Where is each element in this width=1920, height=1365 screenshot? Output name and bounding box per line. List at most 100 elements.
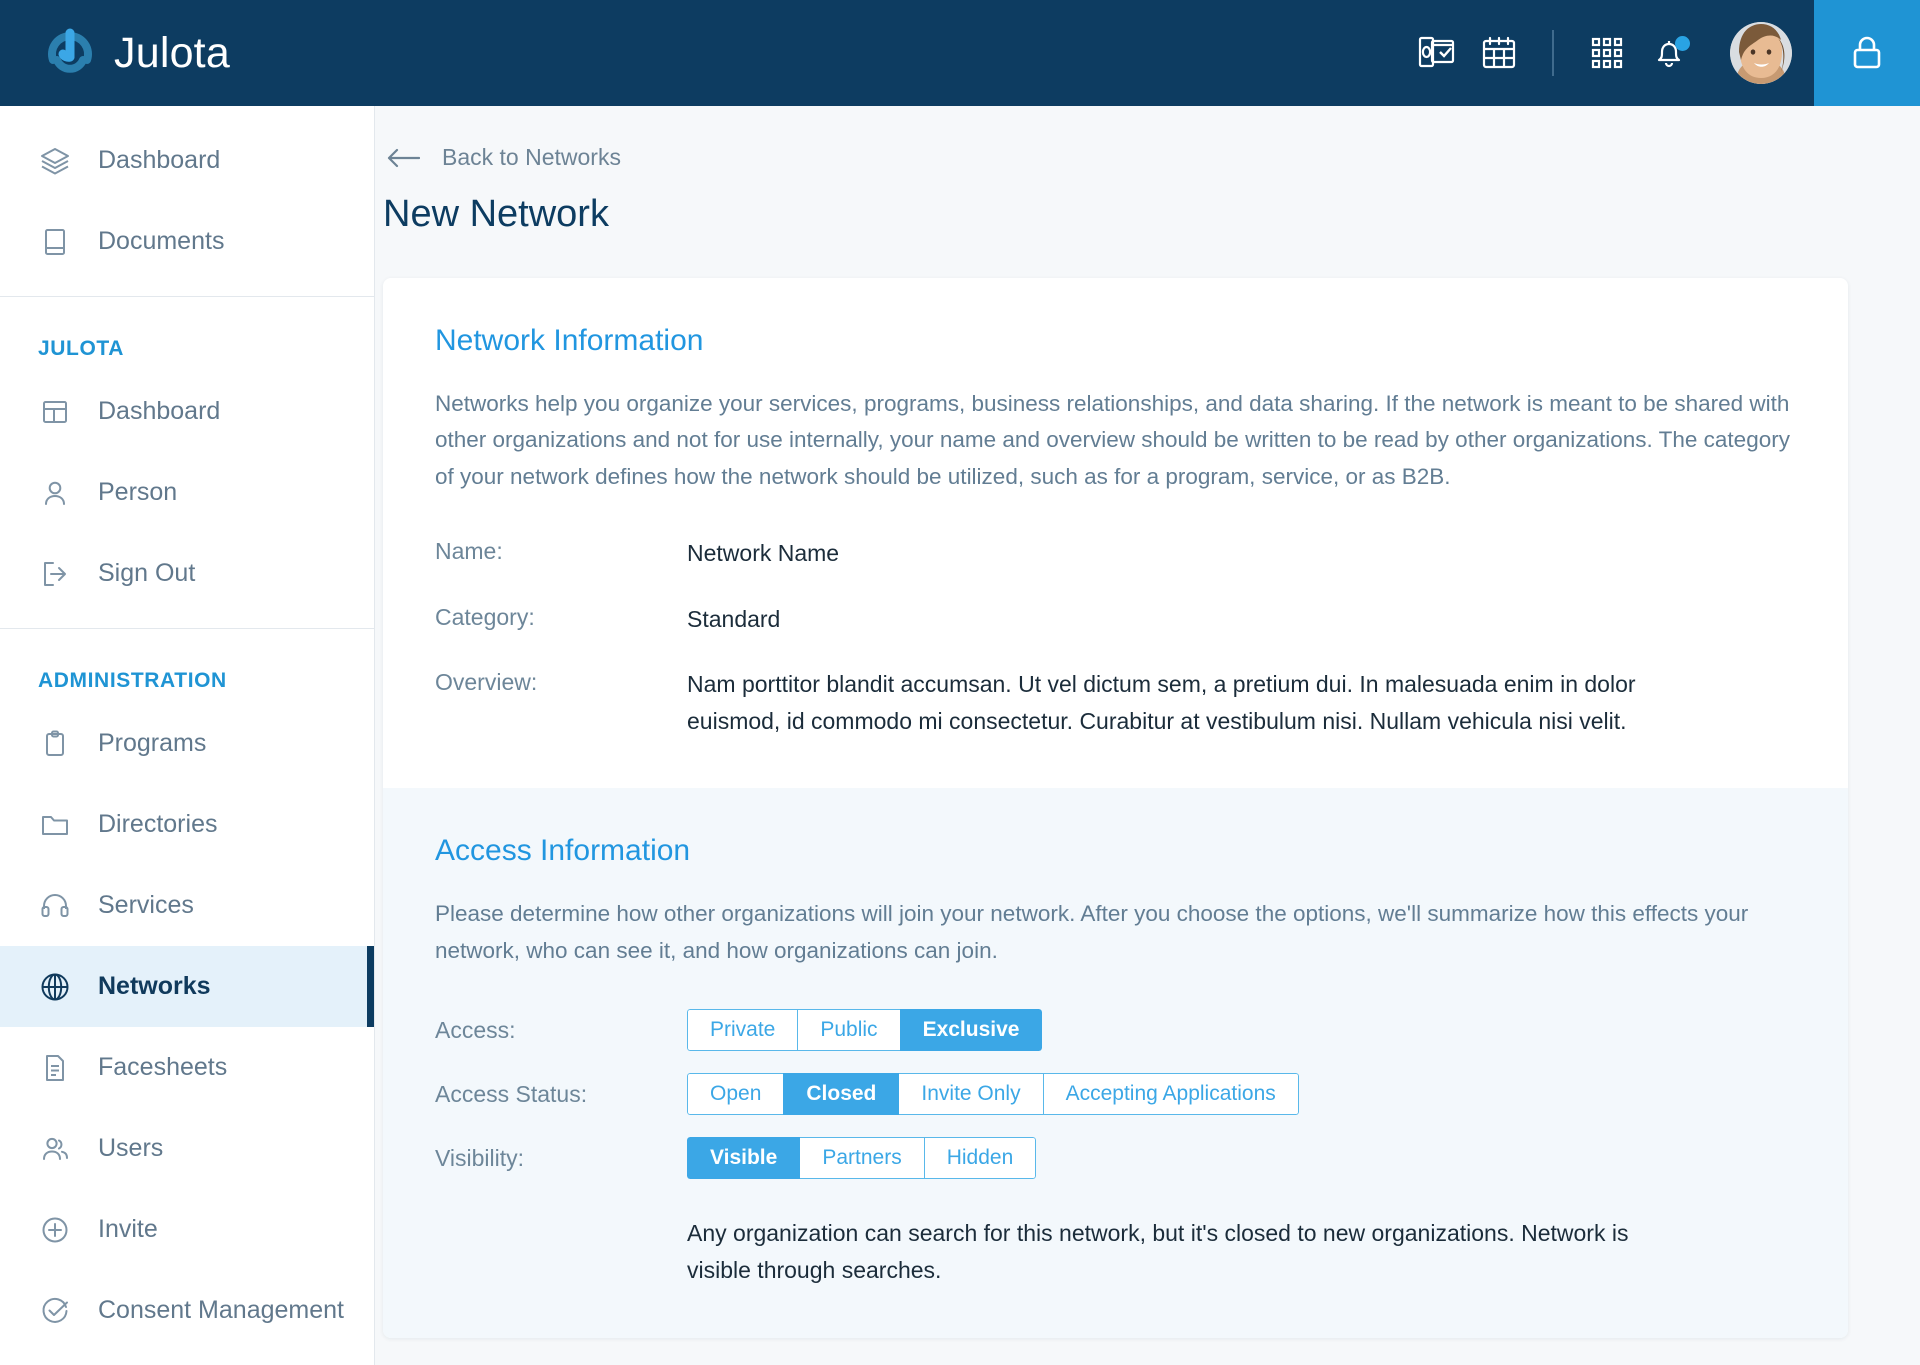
brand-name: Julota <box>114 28 230 77</box>
access-status-option-closed[interactable]: Closed <box>783 1073 900 1116</box>
main-content: Back to Networks New Network Network Inf… <box>375 106 1920 1365</box>
sidebar-item-label: Services <box>98 891 194 919</box>
sidebar-item-label: Users <box>98 1134 164 1162</box>
sidebar-group-julota: JULOTA Dashboard Person Sign Out <box>0 296 374 628</box>
book-icon <box>38 225 72 259</box>
access-information-title: Access Information <box>435 834 691 868</box>
name-label: Name: <box>435 538 503 565</box>
top-actions <box>1406 0 1814 106</box>
globe-icon <box>38 970 72 1004</box>
sidebar-item-person[interactable]: Person <box>0 452 374 533</box>
back-to-networks-link[interactable]: Back to Networks <box>375 106 621 171</box>
sidebar-group-general: Dashboard Documents <box>0 106 374 296</box>
sidebar-item-networks[interactable]: Networks <box>0 946 374 1027</box>
sidebar-item-directories[interactable]: Directories <box>0 784 374 865</box>
page-title: New Network <box>383 193 609 235</box>
sign-out-icon <box>38 557 72 591</box>
category-value[interactable]: Standard <box>687 601 780 638</box>
visibility-label: Visibility: <box>435 1144 525 1171</box>
calendar-icon[interactable] <box>1468 0 1530 106</box>
access-row: Access: Private Public Exclusive <box>435 1009 1796 1052</box>
sidebar-heading-julota: JULOTA <box>38 337 125 360</box>
sidebar-item-label: Person <box>98 478 178 506</box>
sidebar-item-label: Invite <box>98 1215 158 1243</box>
field-row-overview: Overview: Nam porttitor blandit accumsan… <box>435 666 1796 741</box>
avatar[interactable] <box>1730 22 1792 84</box>
sidebar-item-label: Dashboard <box>98 397 221 425</box>
lock-button[interactable] <box>1814 0 1920 106</box>
network-information-fields: Name: Network Name Category: Standard Ov… <box>435 535 1796 740</box>
access-summary-row: Any organization can search for this net… <box>435 1215 1796 1290</box>
overview-value[interactable]: Nam porttitor blandit accumsan. Ut vel d… <box>687 666 1687 741</box>
toolbar-divider <box>1552 30 1554 76</box>
julota-power-j-logo-icon <box>44 27 96 79</box>
new-network-card: Network Information Networks help you or… <box>383 278 1848 1338</box>
users-icon <box>38 1132 72 1166</box>
field-row-category: Category: Standard <box>435 601 1796 638</box>
sidebar-heading-administration: ADMINISTRATION <box>38 669 227 692</box>
access-summary-text: Any organization can search for this net… <box>687 1220 1629 1284</box>
layers-icon <box>38 144 72 178</box>
sidebar-item-consent-management[interactable]: Consent Management <box>0 1270 374 1351</box>
sidebar-item-users[interactable]: Users <box>0 1108 374 1189</box>
sidebar-item-label: Directories <box>98 810 218 838</box>
sidebar: Dashboard Documents JULOTA Dashboard Per… <box>0 106 375 1365</box>
visibility-option-partners[interactable]: Partners <box>799 1137 925 1180</box>
sidebar-item-dashboard[interactable]: Dashboard <box>0 120 374 201</box>
visibility-button-group: Visible Partners Hidden <box>687 1137 1037 1180</box>
visibility-row: Visibility: Visible Partners Hidden <box>435 1137 1796 1180</box>
category-label: Category: <box>435 603 535 630</box>
sidebar-item-sign-out[interactable]: Sign Out <box>0 533 374 614</box>
sidebar-item-profile[interactable]: Profile <box>0 1351 374 1365</box>
overview-label: Overview: <box>435 668 538 695</box>
notification-dot <box>1675 36 1690 51</box>
sidebar-item-documents[interactable]: Documents <box>0 201 374 282</box>
arrow-left-icon <box>386 147 420 169</box>
visibility-option-visible[interactable]: Visible <box>687 1137 801 1180</box>
folder-icon <box>38 808 72 842</box>
outlook-mail-icon[interactable] <box>1406 0 1468 106</box>
layout-panel-icon <box>38 395 72 429</box>
sidebar-item-facesheets[interactable]: Facesheets <box>0 1027 374 1108</box>
notification-bell-icon[interactable] <box>1638 0 1700 106</box>
access-option-public[interactable]: Public <box>797 1009 901 1052</box>
brand[interactable]: Julota <box>0 27 230 79</box>
field-row-name: Name: Network Name <box>435 535 1796 572</box>
access-option-groups: Access: Private Public Exclusive Access … <box>435 1009 1796 1290</box>
top-bar: Julota <box>0 0 1920 106</box>
sidebar-item-services[interactable]: Services <box>0 865 374 946</box>
network-information-section: Network Information Networks help you or… <box>383 278 1848 788</box>
sidebar-item-label: Documents <box>98 227 225 255</box>
name-value[interactable]: Network Name <box>687 535 839 572</box>
access-status-label: Access Status: <box>435 1080 588 1107</box>
sidebar-item-label: Sign Out <box>98 559 196 587</box>
summary-spacer <box>435 1215 687 1290</box>
sidebar-group-administration: ADMINISTRATION Programs Directories Serv… <box>0 628 374 1365</box>
check-circle-icon <box>38 1294 72 1328</box>
access-option-exclusive[interactable]: Exclusive <box>899 1009 1043 1052</box>
access-button-group: Private Public Exclusive <box>687 1009 1043 1052</box>
access-information-section: Access Information Please determine how … <box>383 788 1848 1338</box>
access-status-option-accepting-applications[interactable]: Accepting Applications <box>1042 1073 1299 1116</box>
sidebar-item-julota-dashboard[interactable]: Dashboard <box>0 371 374 452</box>
sidebar-item-invite[interactable]: Invite <box>0 1189 374 1270</box>
plus-circle-icon <box>38 1213 72 1247</box>
access-information-description: Please determine how other organizations… <box>435 901 1749 963</box>
access-status-row: Access Status: Open Closed Invite Only A… <box>435 1073 1796 1116</box>
sidebar-item-label: Programs <box>98 729 207 757</box>
access-status-option-open[interactable]: Open <box>687 1073 785 1116</box>
sidebar-item-label: Networks <box>98 972 211 1000</box>
sidebar-item-programs[interactable]: Programs <box>0 703 374 784</box>
headset-icon <box>38 889 72 923</box>
visibility-option-hidden[interactable]: Hidden <box>923 1137 1037 1180</box>
sidebar-item-label: Consent Management <box>98 1296 344 1324</box>
app-grid-icon[interactable] <box>1576 0 1638 106</box>
access-status-option-invite-only[interactable]: Invite Only <box>898 1073 1044 1116</box>
clipboard-icon <box>38 727 72 761</box>
access-status-button-group: Open Closed Invite Only Accepting Applic… <box>687 1073 1299 1116</box>
access-option-private[interactable]: Private <box>687 1009 799 1052</box>
network-information-description: Networks help you organize your services… <box>435 391 1790 489</box>
access-label: Access: <box>435 1016 516 1043</box>
user-icon <box>38 476 72 510</box>
sidebar-item-label: Facesheets <box>98 1053 228 1081</box>
